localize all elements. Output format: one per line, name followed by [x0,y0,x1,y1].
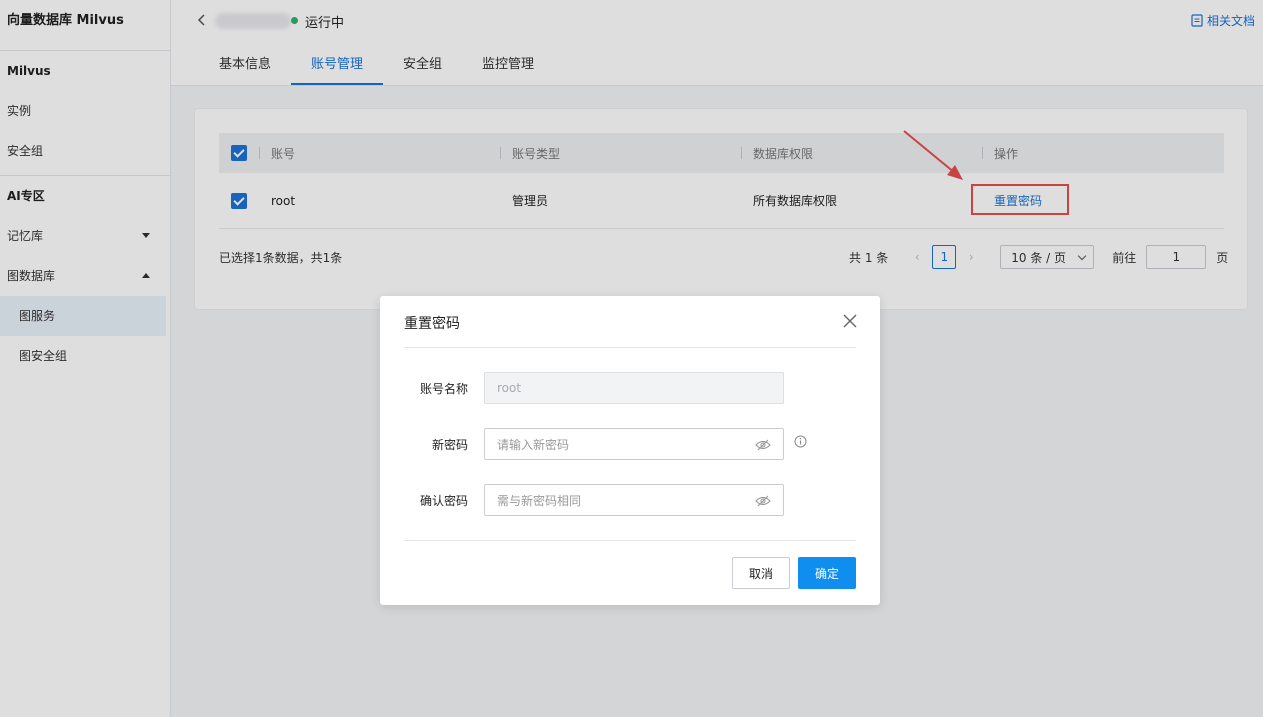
cancel-button[interactable]: 取消 [732,557,790,589]
eye-off-icon[interactable] [755,438,771,452]
confirm-password-placeholder: 需与新密码相同 [497,493,582,508]
close-icon[interactable] [842,313,858,329]
confirm-password-input[interactable]: 需与新密码相同 [484,484,784,516]
new-password-placeholder: 请输入新密码 [497,437,570,452]
dialog-title: 重置密码 [404,316,460,332]
account-name-field: root [484,372,784,404]
reset-password-dialog: 重置密码 账号名称 root 新密码 请输入新密码 确认密码 需与新密码相同 取… [380,296,880,605]
new-password-input[interactable]: 请输入新密码 [484,428,784,460]
confirm-button[interactable]: 确定 [798,557,856,589]
account-name-label: 账号名称 [419,382,468,396]
confirm-password-label: 确认密码 [419,494,468,508]
new-password-label: 新密码 [431,438,468,452]
dialog-divider [404,540,856,541]
dialog-divider [404,347,856,348]
eye-off-icon[interactable] [755,494,771,508]
info-icon[interactable] [794,435,807,448]
